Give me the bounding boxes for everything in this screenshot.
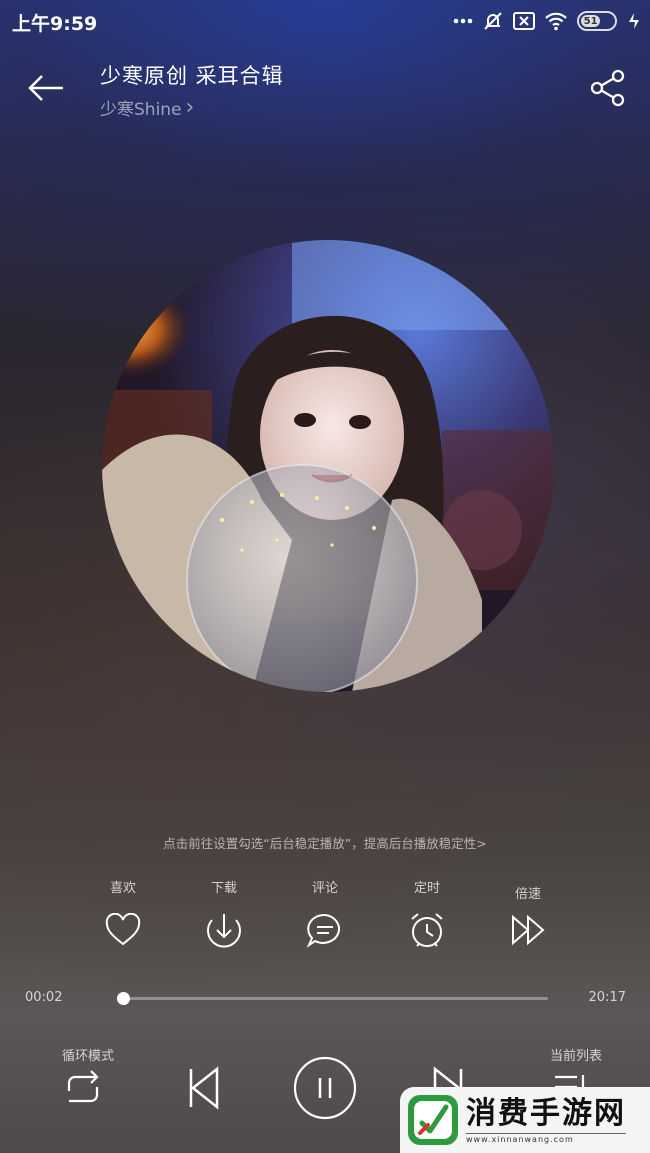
artist-name: 少寒Shine: [100, 100, 182, 120]
like-label: 喜欢: [109, 881, 136, 896]
comment-button[interactable]: 评论: [285, 878, 365, 958]
back-button[interactable]: [24, 68, 68, 108]
alarm-clock-icon: [407, 910, 447, 950]
watermark-logo: [408, 1095, 458, 1145]
album-cover[interactable]: [102, 240, 554, 692]
action-bar: 喜欢 下载 评论 定时 倍速: [0, 878, 650, 958]
more-dots-icon: [453, 18, 473, 24]
song-info: 少寒原创 采耳合辑 少寒Shine ›: [100, 60, 284, 120]
playlist-label: 当前列表: [550, 1049, 603, 1064]
watermark-title: 消费手游网: [466, 1095, 626, 1131]
progress-bar[interactable]: [116, 992, 548, 1005]
site-watermark: 消费手游网 www.xinnanwang.com: [400, 1087, 650, 1153]
battery-level: 51: [581, 15, 601, 27]
chevron-right-icon: ›: [185, 94, 195, 120]
status-time: 上午9:59: [12, 13, 98, 35]
arrow-left-icon: [28, 75, 63, 101]
loop-mode-label: 循环模式: [62, 1049, 115, 1064]
comment-label: 评论: [311, 881, 338, 896]
song-title: 少寒原创 采耳合辑: [100, 64, 284, 88]
like-button[interactable]: 喜欢: [83, 878, 163, 958]
previous-button[interactable]: [178, 1062, 228, 1114]
progress-thumb[interactable]: [116, 992, 130, 1005]
status-icons: 51: [453, 9, 642, 33]
pause-icon: [293, 1056, 357, 1120]
wifi-icon: [544, 11, 568, 31]
current-time: 00:02: [25, 990, 63, 1005]
share-button[interactable]: [588, 66, 628, 110]
speed-button[interactable]: 倍速: [488, 878, 568, 958]
alarm-off-icon: [482, 10, 504, 32]
background-play-tip[interactable]: 点击前往设置勾选“后台稳定播放”，提高后台播放稳定性>: [0, 833, 650, 852]
download-icon: [204, 910, 244, 950]
artist-link[interactable]: 少寒Shine ›: [100, 95, 284, 120]
watermark-text: 消费手游网 www.xinnanwang.com: [466, 1095, 626, 1144]
play-pause-button[interactable]: [293, 1056, 357, 1120]
speed-icon: [508, 910, 548, 950]
speed-label: 倍速: [514, 887, 541, 902]
previous-icon: [189, 1066, 219, 1110]
sim-icon: [513, 12, 535, 30]
timer-label: 定时: [413, 881, 440, 896]
heart-icon: [103, 910, 143, 950]
battery-icon: 51: [577, 11, 617, 31]
loop-mode-button[interactable]: [58, 1066, 108, 1112]
download-button[interactable]: 下载: [184, 878, 264, 958]
charging-icon: [626, 11, 642, 31]
watermark-url: www.xinnanwang.com: [466, 1132, 626, 1144]
share-icon: [590, 69, 625, 107]
total-time: 20:17: [588, 990, 626, 1005]
repeat-icon: [67, 1070, 99, 1103]
comment-icon: [305, 910, 345, 950]
status-bar: 上午9:59 51: [0, 0, 650, 44]
download-label: 下载: [210, 881, 237, 896]
timer-button[interactable]: 定时: [387, 878, 467, 958]
